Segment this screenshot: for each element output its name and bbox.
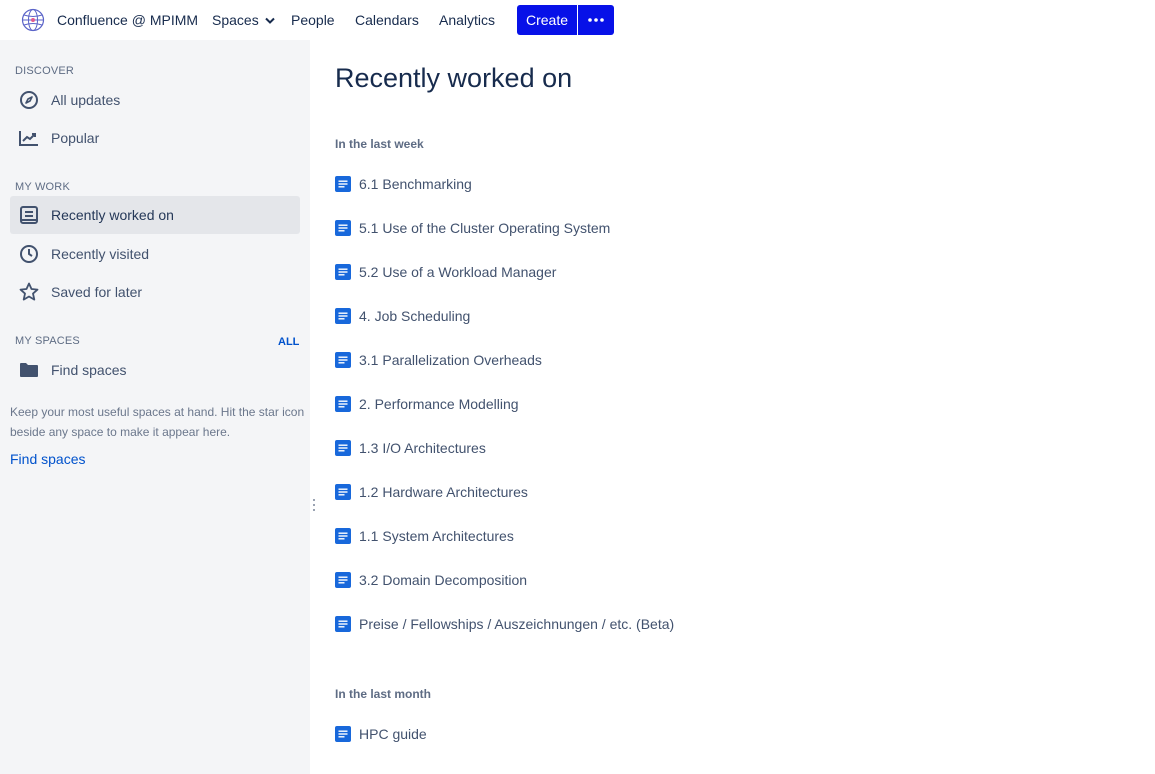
create-button[interactable]: Create: [517, 5, 577, 35]
sidebar-item-saved-for-later[interactable]: Saved for later: [10, 273, 300, 311]
recent-page-item[interactable]: Preise / Fellowships / Auszeichnungen / …: [335, 612, 674, 636]
nav-spaces-menu[interactable]: Spaces: [212, 12, 275, 28]
document-list-icon: [20, 206, 38, 224]
help-text-line: Keep your most useful spaces at hand. Hi…: [10, 405, 305, 419]
recent-page-title[interactable]: 6.1 Benchmarking: [359, 176, 472, 192]
page-document-icon: [335, 352, 351, 368]
recent-page-title[interactable]: 3.2 Domain Decomposition: [359, 572, 527, 588]
site-title[interactable]: Confluence @ MPIMM: [57, 12, 198, 28]
recent-page-item[interactable]: 1.3 I/O Architectures: [335, 436, 486, 460]
nav-people[interactable]: People: [291, 12, 335, 28]
nav-spaces-label: Spaces: [212, 12, 259, 28]
recent-page-title[interactable]: 1.2 Hardware Architectures: [359, 484, 528, 500]
chevron-down-icon: [264, 18, 275, 25]
discover-section-title: DISCOVER: [15, 65, 75, 77]
recent-page-title[interactable]: 4. Job Scheduling: [359, 308, 470, 324]
page-document-icon: [335, 528, 351, 544]
top-navigation-bar: Confluence @ MPIMM Spaces People Calenda…: [0, 0, 1155, 40]
sidebar-item-find-spaces[interactable]: Find spaces: [10, 351, 300, 389]
page-document-icon: [335, 616, 351, 632]
recent-page-item[interactable]: 1.1 System Architectures: [335, 524, 514, 548]
more-create-options-button[interactable]: [578, 5, 614, 35]
recent-page-item[interactable]: 2. Performance Modelling: [335, 392, 519, 416]
sidebar-item-label: Recently visited: [51, 246, 150, 262]
recent-page-item[interactable]: 5.2 Use of a Workload Manager: [335, 260, 556, 284]
find-spaces-link[interactable]: Find spaces: [10, 451, 85, 467]
my-spaces-section-title: MY SPACES: [15, 335, 80, 347]
page-document-icon: [335, 220, 351, 236]
recent-page-title[interactable]: 2. Performance Modelling: [359, 396, 519, 412]
recent-page-item[interactable]: 6.1 Benchmarking: [335, 172, 472, 196]
recent-page-item[interactable]: 3.2 Domain Decomposition: [335, 568, 527, 592]
folder-icon: [20, 363, 38, 377]
sidebar-item-label: Saved for later: [51, 284, 143, 300]
page-document-icon: [335, 396, 351, 412]
page-document-icon: [335, 264, 351, 280]
recent-page-item[interactable]: 5.1 Use of the Cluster Operating System: [335, 216, 610, 240]
sidebar-resize-handle[interactable]: [312, 497, 316, 513]
recent-page-title[interactable]: 1.3 I/O Architectures: [359, 440, 486, 456]
recent-page-title[interactable]: Preise / Fellowships / Auszeichnungen / …: [359, 616, 674, 632]
recent-page-item[interactable]: 4. Job Scheduling: [335, 304, 470, 328]
compass-icon: [20, 91, 38, 109]
all-spaces-link[interactable]: ALL: [278, 336, 299, 348]
sidebar-item-all-updates[interactable]: All updates: [10, 81, 300, 119]
my-spaces-help-text: Keep your most useful spaces at hand. Hi…: [10, 402, 310, 442]
page-title: Recently worked on: [335, 63, 573, 93]
nav-calendars[interactable]: Calendars: [355, 12, 419, 28]
star-icon: [19, 282, 39, 301]
sidebar-item-recently-worked-on[interactable]: Recently worked on: [10, 196, 300, 234]
sidebar-item-label: Recently worked on: [51, 207, 174, 223]
sidebar-item-label: All updates: [51, 92, 121, 108]
my-work-section-title: MY WORK: [15, 181, 70, 193]
more-horizontal-icon: [588, 18, 604, 22]
group-title-last-month: In the last month: [335, 687, 431, 701]
page-document-icon: [335, 440, 351, 456]
recent-page-item[interactable]: 3.1 Parallelization Overheads: [335, 348, 542, 372]
sidebar-item-popular[interactable]: Popular: [10, 119, 300, 157]
recent-page-title[interactable]: 3.1 Parallelization Overheads: [359, 352, 542, 368]
nav-analytics[interactable]: Analytics: [439, 12, 495, 28]
recent-page-title[interactable]: HPC guide: [359, 726, 427, 742]
trending-icon: [19, 131, 38, 146]
recent-page-item[interactable]: 1.2 Hardware Architectures: [335, 480, 528, 504]
clock-icon: [20, 245, 38, 263]
recent-page-title[interactable]: 5.1 Use of the Cluster Operating System: [359, 220, 610, 236]
confluence-logo-icon[interactable]: [21, 8, 45, 32]
group-title-last-week: In the last week: [335, 137, 424, 151]
sidebar: DISCOVER All updates Popular MY WORK Rec…: [0, 40, 310, 774]
recent-page-title[interactable]: 5.2 Use of a Workload Manager: [359, 264, 556, 280]
recent-page-title[interactable]: 1.1 System Architectures: [359, 528, 514, 544]
page-document-icon: [335, 308, 351, 324]
recent-page-item[interactable]: HPC guide: [335, 722, 427, 746]
sidebar-item-label: Popular: [51, 130, 100, 146]
page-document-icon: [335, 726, 351, 742]
help-text-line: beside any space to make it appear here.: [10, 425, 231, 439]
sidebar-item-label: Find spaces: [51, 362, 127, 378]
page-document-icon: [335, 176, 351, 192]
page-document-icon: [335, 572, 351, 588]
page-document-icon: [335, 484, 351, 500]
sidebar-item-recently-visited[interactable]: Recently visited: [10, 235, 300, 273]
